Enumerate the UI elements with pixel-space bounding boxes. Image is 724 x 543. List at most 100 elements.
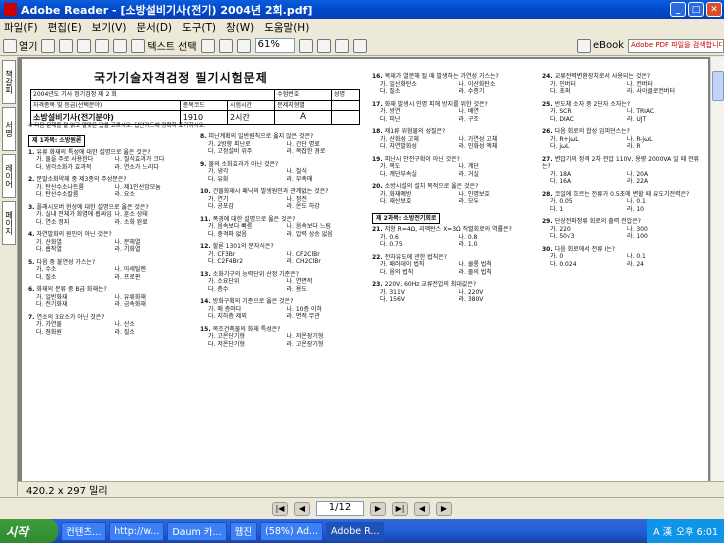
help-icon[interactable] (352, 38, 367, 53)
question-list: 16. 목재가 열분해 될 때 발생하는 가연성 가스는? 가. 일산화탄소 나. … (372, 73, 537, 304)
menu-window[interactable]: 창(W) (226, 20, 254, 35)
adobe-pdf-search-link[interactable]: Adobe PDF 파일을 검색합니다. (628, 38, 724, 53)
fit-width-icon[interactable] (334, 38, 349, 53)
question-item: 28. 코일에 흐르는 전류가 0.5초에 변할 때 유도기전력은? 가. 0.0… (542, 191, 704, 214)
answer-option: 다. 피난 (380, 115, 401, 123)
answer-option: 다. 냉각소화가 효과적 (36, 163, 92, 171)
toolbar: 열기 텍스트 선택 61% eBook Adobe PDF 파일을 검색합니다. (0, 36, 724, 56)
answer-options: 가. 0.6 나. 0.8 다. 0.75 라. 1.0 (372, 234, 537, 249)
snapshot-icon[interactable] (200, 38, 215, 53)
question-stem: 분말소화약제 중 제3종의 주성분은? (36, 176, 127, 183)
previous-page-button[interactable]: ◀ (294, 501, 310, 516)
exam-info-table: 2004년도 기사 정기검정 제 2 회 수험번호 성명 자격종목 및 등급(선택분… (29, 89, 360, 126)
table-cell (331, 99, 360, 111)
question-item: 30. 다음 회로에서 전류 I는? 가. 0 나. 0.1 다. 0.024 라. 2… (542, 246, 704, 269)
question-item: 11. 폭굉에 대한 설명으로 옳은 것은? 가. 음속보다 빠름 나. 음속보다 … (200, 216, 365, 239)
zoom-in-icon[interactable] (218, 38, 233, 53)
menu-edit[interactable]: 편집(E) (48, 20, 82, 35)
next-view-button[interactable]: ▶ (436, 501, 452, 516)
question-text: 18. 제1류 위험물의 성질은? (372, 128, 537, 136)
table-cell: 수험번호 (274, 89, 333, 101)
answer-option: 가. 일반화재 (36, 293, 68, 301)
question-text: 26. 다음 회로의 합성 임피던스는? (542, 128, 704, 136)
answer-option: 다. 16A (550, 178, 572, 185)
question-number: 9. (200, 160, 209, 168)
taskbar-item[interactable]: 컨텐츠... (61, 521, 107, 541)
scrollbar-thumb[interactable] (712, 71, 724, 101)
next-page-button[interactable]: ▶ (370, 501, 386, 516)
tab-layers[interactable]: 레이어 (2, 154, 16, 198)
menu-help[interactable]: 도움말(H) (264, 20, 309, 35)
zoom-out-icon[interactable] (236, 38, 251, 53)
print-icon[interactable] (59, 38, 74, 53)
question-stem: 연소의 3요소가 아닌 것은? (36, 313, 105, 321)
minimize-button[interactable]: _ (670, 2, 686, 17)
answer-option: 다. 자연발화성 (380, 143, 417, 150)
tab-bookmarks[interactable]: 책갈피 (2, 60, 16, 104)
menu-file[interactable]: 파일(F) (4, 20, 38, 35)
answer-option: 가. 311V (380, 288, 405, 296)
taskbar-item[interactable]: 웹진 (229, 521, 258, 541)
ebook-button[interactable]: eBook (576, 38, 624, 53)
fit-page-icon[interactable] (316, 38, 331, 53)
question-number: 30. (542, 245, 555, 253)
menu-document[interactable]: 문서(D) (136, 20, 172, 35)
question-stem: 목재가 열분해 될 때 발생하는 가연성 가스는? (384, 73, 499, 80)
taskbar-item[interactable]: http://w... (109, 521, 165, 541)
open-button[interactable]: 열기 (3, 38, 37, 53)
question-item: 19. 피난시 안전구획이 아닌 것은? 가. 복도 나. 계단 다. 계단부속실 라.… (372, 156, 537, 179)
menu-view[interactable]: 보기(V) (92, 20, 127, 35)
zoom-field[interactable]: 61% (254, 38, 295, 53)
question-number: 24. (542, 73, 555, 80)
exam-title: 국가기술자격검정 필기시험문제 (94, 71, 268, 85)
email-icon[interactable] (77, 38, 92, 53)
question-stem: 전자유도에 관한 법칙은? (384, 253, 447, 261)
question-number: 13. (200, 270, 213, 278)
page-number-field[interactable]: 1/12 (316, 501, 364, 516)
question-stem: 방화구획의 기준으로 옳은 것은? (212, 298, 294, 305)
answer-option: 가. 물을 주로 사용한다 (36, 156, 94, 163)
answer-option: 다. jωL (550, 143, 570, 150)
answer-option: 다. 0.75 (380, 241, 403, 248)
tab-pages[interactable]: 페이지 (2, 201, 16, 245)
taskbar-item[interactable]: Daum 카... (167, 521, 227, 541)
answer-option: 다. DIAC (550, 115, 574, 123)
question-text: 5. 다음 중 불연성 가스는? (28, 259, 193, 267)
question-stem: 플래시오버 현상에 대한 설명으로 옳은 것은? (36, 203, 149, 211)
first-page-button[interactable]: |◀ (272, 501, 288, 516)
close-button[interactable]: ✕ (706, 2, 722, 17)
answer-option: 나. 유류화재 (114, 293, 146, 301)
vertical-scrollbar[interactable] (710, 57, 724, 481)
answer-options: 가. 일산화탄소 나. 이산화탄소 다. 질소 라. 수증기 (372, 81, 537, 96)
question-stem: 물의 소화효과가 아닌 것은? (208, 160, 279, 168)
maximize-button[interactable]: □ (688, 2, 704, 17)
answer-option: 가. 화재예방 (380, 190, 412, 198)
question-item: 29. 단상전파정류 회로의 출력 전압은? 가. 220 나. 300 다. 50√… (542, 218, 704, 241)
answer-options: 가. 220 나. 300 다. 50√3 라. 100 (542, 226, 704, 241)
taskbar-item[interactable]: (58%) Ad... (260, 521, 324, 541)
question-number: 25. (542, 100, 555, 108)
question-text: 14. 방화구획의 기준으로 옳은 것은? (200, 298, 365, 306)
answer-option: 라. 100 (627, 233, 648, 240)
answer-option: 나. 계단 (458, 163, 479, 170)
answer-option: 라. 모두 (458, 198, 479, 205)
save-icon[interactable] (41, 38, 56, 53)
taskbar-item-adobe-reader[interactable]: Adobe R... (326, 521, 385, 541)
last-page-button[interactable]: ▶| (392, 501, 408, 516)
hand-tool-icon[interactable] (113, 38, 128, 53)
question-text: 1. 유류 화재의 특성에 대한 설명으로 옳은 것은? (28, 149, 193, 157)
tab-signatures[interactable]: 서명 (2, 107, 16, 151)
start-button[interactable]: 시작 (0, 519, 58, 543)
search-icon[interactable] (95, 38, 110, 53)
question-number: 18. (372, 128, 385, 135)
zoom-in-plus-icon[interactable] (298, 38, 313, 53)
question-column-4: 24. 교류전력변환장치로서 사용되는 것은? 가. 인버터 나. 컨버터 다. 초퍼… (542, 73, 704, 273)
answer-option: 나. 220V (458, 288, 484, 296)
answer-option: 다. C2F4Br2 (208, 258, 244, 265)
document-area[interactable]: 국가기술자격검정 필기시험문제 2004년도 기사 정기검정 제 2 회 수험번호… (18, 57, 710, 481)
menu-tools[interactable]: 도구(T) (182, 20, 216, 35)
text-select-button[interactable]: 텍스트 선택 (131, 38, 197, 53)
previous-view-button[interactable]: ◀ (414, 501, 430, 516)
question-item: 6. 화재의 분류 중 B급 화재는? 가. 일반화재 나. 유류화재 다. 전기화재… (28, 286, 193, 309)
ime-indicator[interactable]: A 漢 (653, 524, 672, 538)
